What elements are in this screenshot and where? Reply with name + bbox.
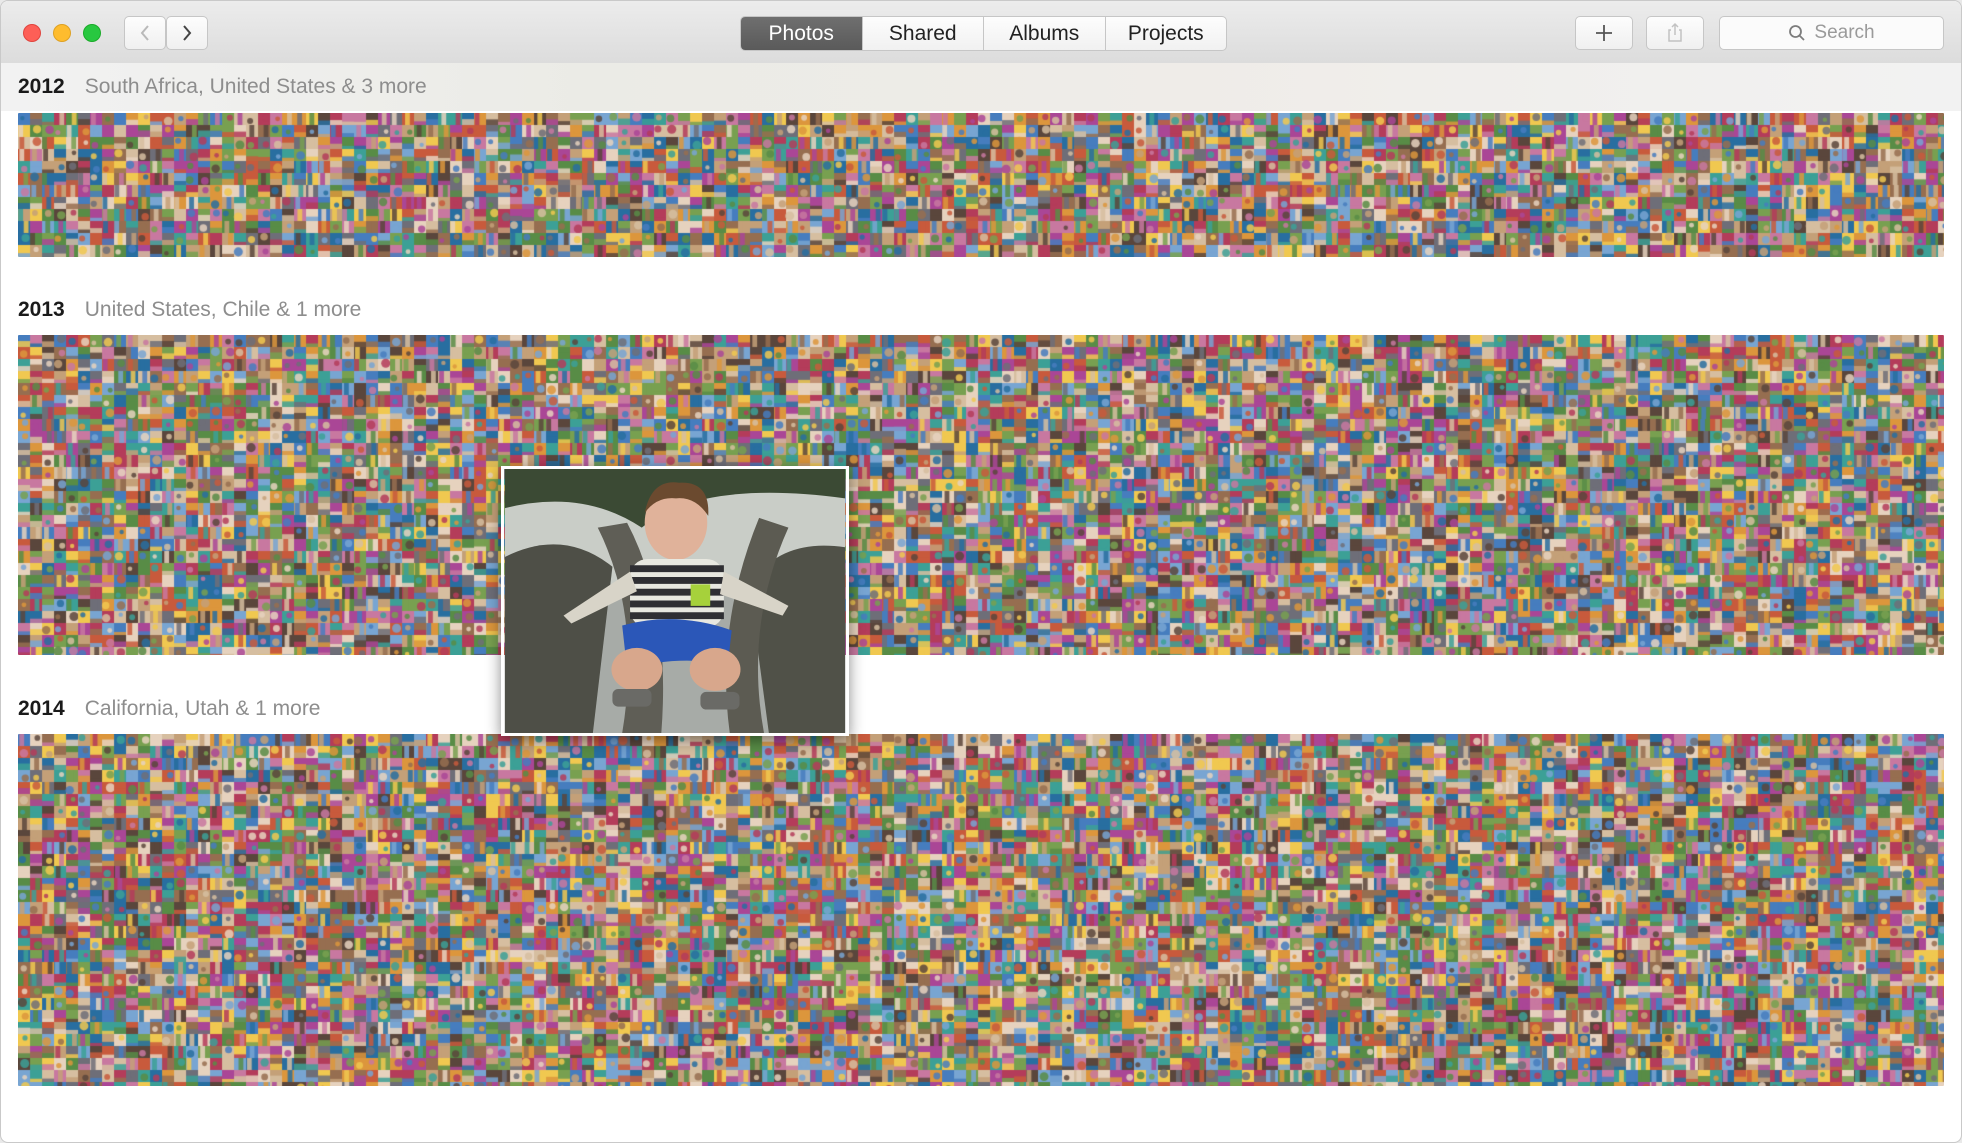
tab-projects[interactable]: Projects [1104,17,1227,50]
year-locations: United States, Chile & 1 more [84,298,362,321]
year-label: 2013 [18,298,65,321]
year-2012-photo-mosaic[interactable] [18,113,1944,257]
tab-shared[interactable]: Shared [861,17,984,50]
year-label: 2014 [18,697,65,720]
year-2013-photo-mosaic[interactable] [18,335,1944,655]
plus-icon [1596,25,1612,41]
chevron-left-icon [140,25,149,41]
year-locations: South Africa, United States & 3 more [84,75,427,98]
tab-photos[interactable]: Photos [741,17,862,50]
photos-window: Photos Shared Albums Projects Search 201… [0,0,1962,1143]
close-window-button[interactable] [23,24,41,42]
year-locations: California, Utah & 1 more [84,697,321,720]
magnifier-icon [1789,25,1806,41]
share-icon [1668,22,1682,42]
tab-albums[interactable]: Albums [983,17,1105,50]
zoom-window-button[interactable] [83,24,101,42]
chevron-right-icon [183,25,192,41]
back-button[interactable] [124,16,166,50]
year-header-2013[interactable]: 2013 United States, Chile & 1 more [18,298,361,322]
year-label: 2012 [18,75,65,98]
search-field[interactable]: Search [1719,16,1944,50]
add-button[interactable] [1575,16,1633,50]
view-tabs: Photos Shared Albums Projects [740,16,1227,51]
year-header-2014[interactable]: 2014 California, Utah & 1 more [18,697,321,721]
year-2014-photo-mosaic[interactable] [18,734,1944,1086]
toolbar: Photos Shared Albums Projects Search [1,1,1961,64]
boy-in-tree-photo [504,469,846,733]
photo-preview-popup[interactable] [501,466,849,736]
minimize-window-button[interactable] [53,24,71,42]
share-button[interactable] [1646,16,1704,50]
search-placeholder: Search [1814,22,1875,43]
year-header-2012[interactable]: 2012 South Africa, United States & 3 mor… [18,75,427,99]
forward-button[interactable] [166,16,208,50]
